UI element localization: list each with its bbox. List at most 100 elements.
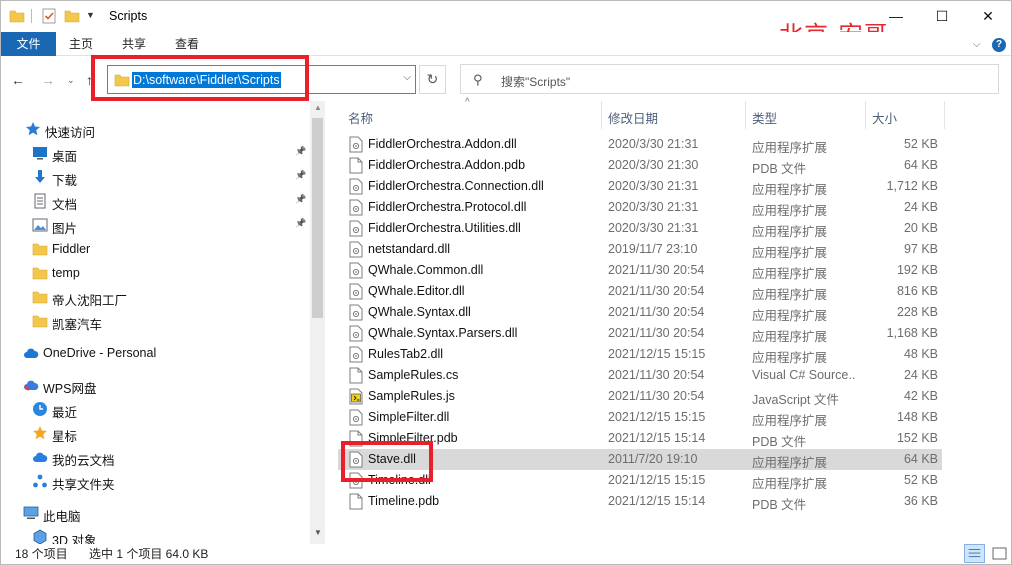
column-headers: 名称 修改日期 类型 大小 (338, 101, 1011, 129)
divider[interactable] (601, 101, 602, 129)
sidebar-item[interactable]: 图片 📌 (1, 214, 309, 236)
sidebar-item-label: 星标 (52, 430, 78, 444)
file-row[interactable]: FiddlerOrchestra.Addon.pdb 2020/3/30 21:3… (338, 155, 942, 176)
file-row[interactable]: SimpleFilter.pdb 2021/12/15 15:14 PDB 文件 15… (338, 428, 942, 449)
file-row[interactable]: FiddlerOrchestra.Utilities.dll 2020/3/30 … (338, 218, 942, 239)
sidebar-item[interactable]: 最近 (1, 398, 309, 420)
tab-share[interactable]: 共享 (112, 32, 156, 56)
maximize-button[interactable]: ☐ (919, 1, 965, 31)
file-row[interactable]: FiddlerOrchestra.Connection.dll 2020/3/30… (338, 176, 942, 197)
pin-icon[interactable]: 📌 (295, 170, 306, 181)
sidebar-item[interactable]: 帝人沈阳工厂 (1, 286, 309, 308)
tab-view[interactable]: 查看 (165, 32, 209, 56)
sidebar-item[interactable]: 星标 (1, 422, 309, 444)
file-name: SampleRules.cs (368, 368, 459, 382)
file-row[interactable]: QWhale.Editor.dll 2021/11/30 20:54 应用程序扩展 8… (338, 281, 942, 302)
tab-home[interactable]: 主页 (59, 32, 103, 56)
file-date: 2020/3/30 21:31 (608, 179, 699, 193)
help-icon[interactable]: ? (992, 38, 1006, 52)
file-type: 应用程序扩展 (752, 246, 828, 260)
refresh-button[interactable]: ↻ (419, 65, 446, 94)
file-row[interactable]: QWhale.Common.dll 2021/11/30 20:54 应用程序扩展 1… (338, 260, 942, 281)
divider[interactable] (745, 101, 746, 129)
sidebar-item[interactable]: WPS网盘 (1, 374, 309, 396)
sidebar-item[interactable]: 我的云文档 (1, 446, 309, 468)
sidebar-item[interactable]: 桌面 📌 (1, 142, 309, 164)
divider[interactable] (944, 101, 945, 129)
up-arrow-icon[interactable]: ↑ (86, 72, 93, 88)
navigation-pane: 快速访问 桌面 📌 下载 📌 文档 📌 图片 📌 Fiddler temp 帝人沈阳工厂凯塞汽车 One… (1, 101, 325, 548)
file-row[interactable]: Stave.dll 2011/7/20 19:10 应用程序扩展 64 KB (338, 449, 942, 470)
file-size: 64 KB (903, 158, 938, 172)
details-view-icon[interactable] (964, 544, 985, 563)
large-icons-view-icon[interactable] (989, 544, 1010, 563)
file-type: 应用程序扩展 (752, 330, 828, 344)
file-row[interactable]: RulesTab2.dll 2021/12/15 15:15 应用程序扩展 48 KB (338, 344, 942, 365)
address-path[interactable]: D:\software\Fiddler\Scripts (132, 72, 281, 88)
search-placeholder[interactable]: 搜索"Scripts" (501, 73, 570, 90)
file-row[interactable]: FiddlerOrchestra.Addon.dll 2020/3/30 21:3… (338, 134, 942, 155)
sidebar-item[interactable]: temp (1, 262, 309, 284)
file-row[interactable]: FiddlerOrchestra.Protocol.dll 2020/3/30 2… (338, 197, 942, 218)
file-row[interactable]: SampleRules.js 2021/11/30 20:54 JavaScript… (338, 386, 942, 407)
recent-locations-icon[interactable]: ⌄ (67, 75, 75, 86)
sidebar-item[interactable]: OneDrive - Personal (1, 342, 309, 364)
folder-icon (32, 313, 48, 329)
column-date-header[interactable]: 修改日期 (608, 108, 658, 127)
minimize-button[interactable]: — (873, 1, 919, 31)
back-arrow-icon[interactable]: ← (11, 72, 25, 88)
sidebar-item-label: 帝人沈阳工厂 (52, 294, 128, 308)
divider[interactable] (865, 101, 866, 129)
sidebar-item[interactable]: 此电脑 (1, 502, 309, 524)
sidebar-item[interactable]: 共享文件夹 (1, 470, 309, 492)
sidebar-item-label: temp (52, 266, 80, 280)
expand-ribbon-icon[interactable]: ⌵ (973, 39, 981, 50)
folder-icon[interactable] (9, 8, 25, 24)
pin-icon[interactable]: 📌 (295, 146, 306, 157)
search-box[interactable]: ⚲ 搜索"Scripts" (460, 64, 999, 94)
pin-icon[interactable]: 📌 (295, 194, 306, 205)
file-type: PDB 文件 (752, 162, 807, 176)
sidebar-item-label: OneDrive - Personal (43, 346, 157, 360)
file-row[interactable]: SampleRules.cs 2021/11/30 20:54 Visual C# … (338, 365, 942, 386)
column-type-header[interactable]: 类型 (752, 108, 777, 127)
scroll-up-icon[interactable]: ▲ (314, 103, 322, 112)
file-row[interactable]: netstandard.dll 2019/11/7 23:10 应用程序扩展 97 K… (338, 239, 942, 260)
file-row[interactable]: QWhale.Syntax.Parsers.dll 2021/11/30 20:5… (338, 323, 942, 344)
address-bar[interactable]: D:\software\Fiddler\Scripts ⌵ (107, 65, 416, 94)
dll-icon (349, 241, 363, 258)
sidebar-item[interactable]: 文档 📌 (1, 190, 309, 212)
file-row[interactable]: Timeline.dll 2021/12/15 15:15 应用程序扩展 52 KB (338, 470, 942, 491)
chevron-down-icon[interactable]: ⌵ (403, 72, 411, 83)
dll-icon (349, 304, 363, 321)
column-size-header[interactable]: 大小 (872, 108, 897, 127)
forward-arrow-icon[interactable]: → (41, 72, 55, 88)
file-size: 42 KB (903, 389, 938, 403)
file-row[interactable]: SimpleFilter.dll 2021/12/15 15:15 应用程序扩展 14… (338, 407, 942, 428)
file-size: 1,168 KB (886, 326, 938, 340)
properties-icon[interactable] (41, 8, 57, 24)
share-folder-icon (32, 473, 48, 489)
tab-file[interactable]: 文件 (1, 32, 56, 56)
selection-info: 选中 1 个项目 64.0 KB (89, 547, 209, 561)
file-size: 192 KB (896, 263, 938, 277)
sidebar-item[interactable]: 凯塞汽车 (1, 310, 309, 332)
sidebar-item[interactable]: 快速访问 (1, 118, 309, 140)
sidebar-item[interactable]: Fiddler (1, 238, 309, 260)
file-row[interactable]: QWhale.Syntax.dll 2021/11/30 20:54 应用程序扩展 2… (338, 302, 942, 323)
dll-icon (349, 220, 363, 237)
sidebar-item[interactable]: 下载 📌 (1, 166, 309, 188)
file-row[interactable]: Timeline.pdb 2021/12/15 15:14 PDB 文件 36 KB (338, 491, 942, 512)
clock-icon (32, 401, 48, 417)
pin-icon[interactable]: 📌 (295, 218, 306, 229)
file-type: 应用程序扩展 (752, 141, 828, 155)
file-date: 2021/12/15 15:14 (608, 431, 706, 445)
column-name-header[interactable]: 名称 (348, 108, 373, 127)
file-type: JavaScript 文件 (752, 393, 839, 407)
customize-toolbar-icon[interactable]: ▼ (86, 10, 102, 26)
file-name: QWhale.Editor.dll (368, 284, 465, 298)
scroll-down-icon[interactable]: ▼ (314, 528, 322, 537)
new-folder-icon[interactable] (64, 8, 80, 24)
close-button[interactable]: ✕ (965, 1, 1011, 31)
scrollbar-thumb[interactable] (312, 118, 323, 318)
